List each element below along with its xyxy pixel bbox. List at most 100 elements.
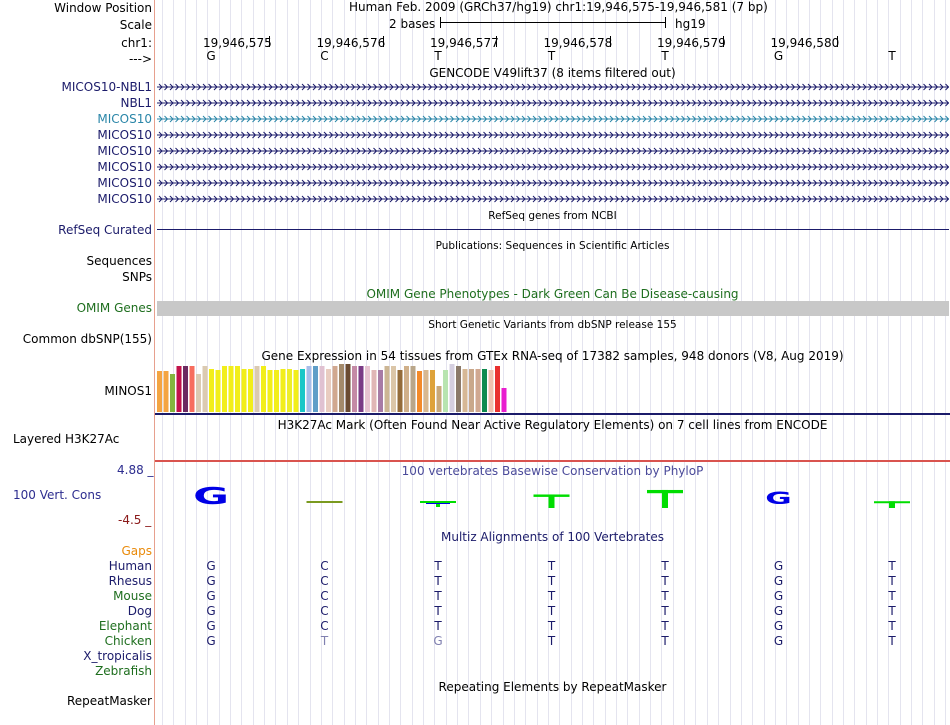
gencode-gene-line[interactable] [157, 131, 949, 139]
gtex-tissue-bar[interactable] [261, 366, 266, 412]
gtex-bar-chart[interactable] [155, 364, 950, 414]
multiz-species-label[interactable]: Dog [128, 604, 152, 618]
gtex-tissue-bar[interactable] [410, 366, 416, 412]
phylop-base-score[interactable] [874, 501, 910, 508]
gtex-tissue-bar[interactable] [475, 369, 481, 412]
gencode-gene-line[interactable] [157, 83, 949, 91]
multiz-species-label[interactable]: Rhesus [109, 574, 152, 588]
gtex-tissue-bar[interactable] [339, 364, 344, 412]
gtex-tissue-bar[interactable] [300, 369, 305, 412]
gencode-gene-label[interactable]: MICOS10 [97, 112, 152, 126]
omim-track-label[interactable]: OMIM Genes [77, 301, 152, 315]
gencode-gene-label[interactable]: MICOS10-NBL1 [62, 80, 152, 94]
multiz-species-label[interactable]: X_tropicalis [83, 649, 152, 663]
phylop-track-label[interactable]: 100 Vert. Cons [13, 488, 101, 502]
phylop-base-score[interactable]: G [765, 489, 792, 509]
gtex-tissue-bar[interactable] [404, 366, 409, 412]
gencode-gene-line[interactable] [157, 163, 949, 171]
multiz-species-label[interactable]: Chicken [105, 634, 152, 648]
multiz-species-label[interactable]: Mouse [113, 589, 152, 603]
gtex-tissue-bar[interactable] [358, 366, 364, 412]
gtex-tissue-bar[interactable] [287, 369, 292, 412]
phylop-conservation-plot[interactable]: GG [155, 478, 950, 523]
gtex-tissue-bar[interactable] [326, 369, 331, 412]
phylop-base-score[interactable] [533, 494, 570, 508]
gtex-tissue-bar[interactable] [293, 370, 299, 412]
gtex-tissue-bar[interactable] [202, 366, 208, 412]
gtex-tissue-bar[interactable] [397, 370, 403, 412]
omim-phenotype-bar[interactable] [157, 301, 949, 316]
gtex-tissue-bar[interactable] [241, 369, 247, 412]
gtex-tissue-bar[interactable] [196, 374, 201, 412]
gtex-tissue-bar[interactable] [267, 370, 273, 412]
repeatmasker-track-label[interactable]: RepeatMasker [67, 694, 152, 708]
gtex-tissue-bar[interactable] [345, 364, 351, 412]
refseq-track-label[interactable]: RefSeq Curated [58, 223, 152, 237]
phylop-base-score[interactable] [306, 501, 343, 503]
gtex-tissue-bar[interactable] [163, 371, 169, 412]
gtex-tissue-bar[interactable] [157, 371, 162, 412]
phylop-base-score[interactable] [420, 501, 456, 507]
gtex-tissue-bar[interactable] [384, 366, 390, 412]
gencode-gene-line[interactable] [157, 99, 949, 107]
gencode-gene-label[interactable]: NBL1 [120, 96, 152, 110]
gtex-tissue-bar[interactable] [313, 366, 318, 412]
gtex-tissue-bar[interactable] [443, 370, 448, 412]
sequences-track-label[interactable]: Sequences [87, 254, 152, 268]
gtex-tissue-bar[interactable] [436, 386, 442, 412]
gtex-tissue-bar[interactable] [228, 366, 234, 412]
gtex-tissue-bar[interactable] [189, 366, 195, 412]
gtex-tissue-bar[interactable] [423, 370, 429, 412]
gtex-tissue-bar[interactable] [495, 366, 500, 412]
gtex-tissue-bar[interactable] [254, 366, 260, 412]
gtex-tissue-bar[interactable] [352, 366, 357, 412]
gtex-tissue-bar[interactable] [488, 370, 494, 412]
phylop-base-score[interactable]: G [193, 484, 229, 510]
gtex-tissue-bar[interactable] [456, 366, 461, 412]
gtex-tissue-bar[interactable] [235, 366, 240, 412]
gtex-tissue-bar[interactable] [482, 369, 487, 412]
gtex-tissue-bar[interactable] [248, 369, 253, 412]
refseq-gene-line[interactable] [157, 229, 949, 230]
multiz-species-label[interactable]: Elephant [99, 619, 152, 633]
gencode-gene-label[interactable]: MICOS10 [97, 144, 152, 158]
snps-track-label[interactable]: SNPs [122, 270, 152, 284]
gencode-gene-label[interactable]: MICOS10 [97, 160, 152, 174]
gtex-tissue-bar[interactable] [274, 370, 279, 412]
gtex-tissue-bar[interactable] [430, 370, 435, 412]
genome-browser-track-area[interactable]: Human Feb. 2009 (GRCh37/hg19) chr1:19,94… [155, 0, 950, 725]
gtex-tissue-bar[interactable] [280, 369, 286, 412]
gencode-gene-line[interactable] [157, 147, 949, 155]
multiz-species-label[interactable]: Zebrafish [95, 664, 152, 678]
dbsnp-track-label[interactable]: Common dbSNP(155) [23, 332, 152, 346]
gtex-tissue-bar[interactable] [371, 370, 377, 412]
gtex-tissue-bar[interactable] [170, 374, 175, 412]
gtex-tissue-bar[interactable] [332, 366, 338, 412]
multiz-species-label[interactable]: Human [109, 559, 152, 573]
gencode-gene-label[interactable]: MICOS10 [97, 176, 152, 190]
h3k27ac-signal-line[interactable] [155, 460, 950, 462]
gtex-tissue-bar[interactable] [365, 366, 370, 412]
gtex-tissue-bar[interactable] [378, 370, 383, 412]
gtex-tissue-bar[interactable] [183, 366, 188, 412]
gtex-tissue-bar[interactable] [222, 366, 227, 412]
gtex-tissue-bar[interactable] [306, 366, 312, 412]
phylop-base-score[interactable] [647, 489, 683, 508]
gtex-track-label[interactable]: MINOS1 [104, 384, 152, 398]
gtex-tissue-bar[interactable] [469, 369, 474, 412]
gencode-gene-label[interactable]: MICOS10 [97, 192, 152, 206]
gtex-tissue-bar[interactable] [449, 364, 455, 412]
gtex-tissue-bar[interactable] [176, 366, 182, 412]
gencode-gene-line[interactable] [157, 179, 949, 187]
gtex-tissue-bar[interactable] [391, 366, 396, 412]
gtex-tissue-bar[interactable] [319, 366, 325, 412]
gencode-gene-label[interactable]: MICOS10 [97, 128, 152, 142]
gencode-gene-line[interactable] [157, 195, 949, 203]
gtex-tissue-bar[interactable] [501, 388, 507, 412]
gencode-gene-line[interactable] [157, 115, 949, 123]
gtex-tissue-bar[interactable] [417, 371, 422, 412]
gtex-tissue-bar[interactable] [462, 369, 468, 412]
h3k27ac-track-label[interactable]: Layered H3K27Ac [13, 432, 119, 446]
gtex-tissue-bar[interactable] [215, 370, 221, 412]
gtex-tissue-bar[interactable] [209, 369, 214, 412]
